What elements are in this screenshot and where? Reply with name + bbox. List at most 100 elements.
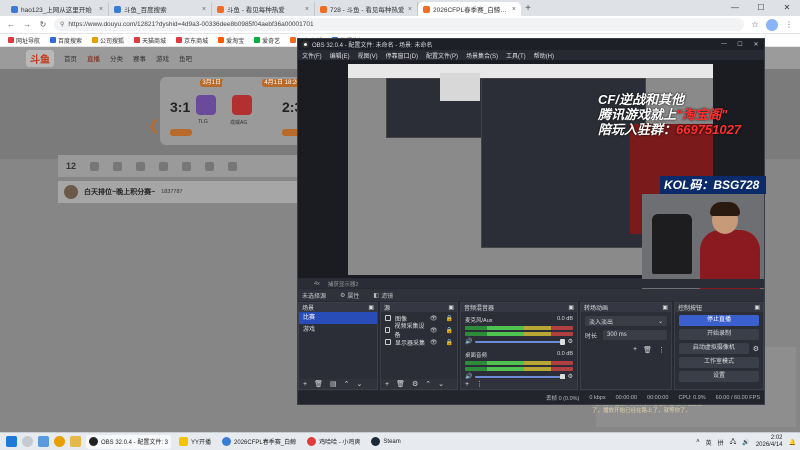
match-button[interactable] xyxy=(170,129,192,136)
tool-icon[interactable] xyxy=(205,161,215,171)
eye-icon[interactable]: 👁 xyxy=(430,339,438,346)
menu-icon[interactable]: ⋮ xyxy=(784,20,794,29)
menu-icon[interactable]: ⋮ xyxy=(658,346,665,354)
scene-item-selected[interactable]: 比赛 xyxy=(299,312,377,324)
forward-icon[interactable]: → xyxy=(22,20,32,29)
nav-fishbar[interactable]: 鱼吧 xyxy=(179,53,192,63)
dock-menu-icon[interactable]: ▣ xyxy=(368,304,374,311)
dock-menu-icon[interactable]: ▣ xyxy=(448,304,454,311)
obs-preview[interactable]: CF/逆战和其他 腾讯游戏就上"淘宝阁" 陪玩入驻群：669751027 KOL… xyxy=(298,60,766,294)
taskbar-app-yy[interactable]: YY开播 xyxy=(176,435,214,449)
clock[interactable]: 2:02 2026/4/14 xyxy=(756,435,783,449)
nav-home[interactable]: 首页 xyxy=(64,53,77,63)
menu-icon[interactable]: ⋮ xyxy=(476,380,483,388)
nav-events[interactable]: 赛事 xyxy=(133,53,146,63)
arrow-up-icon[interactable]: ⌃ xyxy=(344,380,350,388)
taskview-icon[interactable] xyxy=(38,436,49,447)
scene-item[interactable]: 游戏 xyxy=(299,324,377,336)
tool-icon[interactable] xyxy=(113,161,123,171)
speaker-icon[interactable]: 🔊 xyxy=(465,338,472,345)
transition-select[interactable]: 淡入淡出 ⌄ xyxy=(585,316,667,326)
nav-live[interactable]: 直播 xyxy=(87,53,100,63)
avatar[interactable] xyxy=(64,185,78,199)
add-icon[interactable]: + xyxy=(633,346,637,354)
volume-slider[interactable] xyxy=(475,338,565,345)
bookmark-item[interactable]: 京东商城 xyxy=(176,36,208,45)
maximize-icon[interactable]: ☐ xyxy=(748,0,774,16)
file-explorer-icon[interactable] xyxy=(70,436,81,447)
menu-view[interactable]: 视图(V) xyxy=(358,51,378,60)
settings-button[interactable]: 设置 xyxy=(679,371,759,382)
arrow-down-icon[interactable]: ⌄ xyxy=(438,380,444,388)
dock-menu-icon[interactable]: ▣ xyxy=(662,304,668,311)
stop-streaming-button[interactable]: 停止直播 xyxy=(679,315,759,326)
minimize-icon[interactable]: — xyxy=(722,0,748,16)
gear-icon[interactable]: ⚙ xyxy=(412,380,418,388)
start-recording-button[interactable]: 开始录制 xyxy=(679,329,759,340)
browser-tab[interactable]: 斗鱼 - 看见每种热爱 × xyxy=(212,2,315,16)
tool-icon[interactable] xyxy=(136,161,146,171)
minimize-icon[interactable]: — xyxy=(716,41,732,48)
speaker-icon[interactable]: 🔊 xyxy=(742,439,749,446)
menu-edit[interactable]: 编辑(E) xyxy=(330,51,350,60)
back-icon[interactable]: ← xyxy=(6,20,16,29)
virtual-camera-button[interactable]: 启动虚拟摄像机 xyxy=(679,343,749,354)
chevron-up-icon[interactable]: ˄ xyxy=(696,439,700,445)
taskbar-app-steam[interactable]: Steam xyxy=(368,435,403,449)
menu-scene-collection[interactable]: 场景集合(S) xyxy=(466,51,498,60)
menu-file[interactable]: 文件(F) xyxy=(302,51,322,60)
menu-docks[interactable]: 停靠窗口(D) xyxy=(386,51,418,60)
eye-icon[interactable]: 👁 xyxy=(430,327,438,334)
trash-icon[interactable]: 🗑 xyxy=(643,346,652,354)
browser-tab[interactable]: hao123_上网从这里开始 × xyxy=(6,2,109,16)
trash-icon[interactable]: 🗑 xyxy=(314,380,323,388)
browser-tab[interactable]: 斗鱼_百度搜索 × xyxy=(109,2,212,16)
url-input[interactable]: ⚲ https://www.douyu.com/12821?dyshid=4d9… xyxy=(54,18,744,31)
close-icon[interactable]: × xyxy=(408,6,412,13)
lock-icon[interactable]: 🔒 xyxy=(446,315,453,322)
star-icon[interactable]: ☆ xyxy=(750,20,760,29)
tool-icon[interactable] xyxy=(90,161,100,171)
close-window-icon[interactable]: ✕ xyxy=(774,0,800,16)
browser-tab[interactable]: 728 - 斗鱼 - 看见每种热爱 × xyxy=(315,2,418,16)
filter-icon[interactable]: ▤ xyxy=(330,380,337,388)
chevron-left-icon[interactable]: ❮ xyxy=(148,117,160,134)
lock-icon[interactable]: 🔒 xyxy=(446,327,453,334)
add-icon[interactable]: + xyxy=(465,381,469,388)
studio-mode-button[interactable]: 工作室模式 xyxy=(679,357,759,368)
chrome-icon[interactable] xyxy=(54,436,65,447)
source-item[interactable]: 显示器采集 👁 🔒 xyxy=(381,336,457,348)
taskbar-app-chat[interactable]: 鸡哈哈 - 小鸡爽 xyxy=(304,435,363,449)
lock-icon[interactable]: 🔒 xyxy=(446,339,453,346)
windows-start-icon[interactable] xyxy=(6,436,17,447)
close-icon[interactable]: × xyxy=(202,6,206,13)
browser-tab-active[interactable]: 2026CFPL春季赛_白鲸直播_白鲸A...× xyxy=(418,2,521,16)
bookmark-item[interactable]: 公司搜狐 xyxy=(92,36,124,45)
properties-button[interactable]: ⚙ 属性 xyxy=(340,291,359,300)
gear-icon[interactable]: ⚙ xyxy=(568,338,573,345)
maximize-icon[interactable]: ☐ xyxy=(732,41,748,48)
add-icon[interactable]: + xyxy=(303,381,307,388)
site-info-icon[interactable]: ⚲ xyxy=(60,21,64,28)
taskbar-app-browser[interactable]: 2026CFPL春季赛_白鲸 xyxy=(219,435,299,449)
dock-menu-icon[interactable]: ▣ xyxy=(754,304,760,311)
tool-icon[interactable] xyxy=(159,161,169,171)
ime-mode[interactable]: 拼 xyxy=(718,438,724,447)
ime-language[interactable]: 英 xyxy=(706,438,712,447)
profile-avatar[interactable] xyxy=(766,18,778,31)
reload-icon[interactable]: ↻ xyxy=(38,20,48,29)
close-icon[interactable]: × xyxy=(305,6,309,13)
add-icon[interactable]: + xyxy=(385,381,389,388)
filters-button[interactable]: ◧ 滤镜 xyxy=(373,291,393,300)
gear-icon[interactable]: ⚙ xyxy=(753,345,759,353)
close-window-icon[interactable]: ✕ xyxy=(748,41,764,48)
network-icon[interactable]: 🖧 xyxy=(730,437,737,447)
douyu-logo[interactable]: 斗鱼 xyxy=(26,49,54,67)
close-icon[interactable]: × xyxy=(99,6,103,13)
arrow-down-icon[interactable]: ⌄ xyxy=(356,380,362,388)
menu-profile[interactable]: 配置文件(P) xyxy=(426,51,458,60)
duration-input[interactable]: 300 ms xyxy=(603,330,667,340)
tool-icon[interactable] xyxy=(182,161,192,171)
bookmark-item[interactable]: 爱奇艺 xyxy=(254,36,280,45)
menu-help[interactable]: 帮助(H) xyxy=(534,51,554,60)
